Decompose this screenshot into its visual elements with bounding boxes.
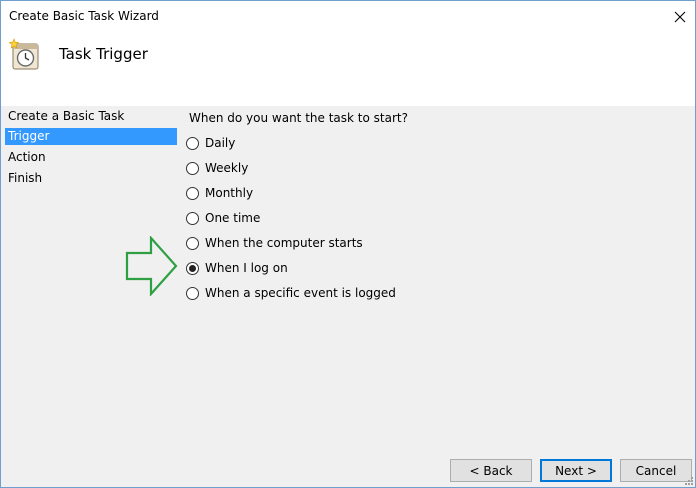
radio-option-daily[interactable]: Daily [186,133,235,153]
radio-label: When the computer starts [205,236,363,250]
radio-label: Weekly [205,161,249,175]
radio-label: When I log on [205,261,288,275]
radio-button[interactable] [186,236,199,250]
radio-option-event-logged[interactable]: When a specific event is logged [186,283,396,303]
question-label: When do you want the task to start? [189,111,408,125]
radio-button-selected[interactable] [186,261,199,275]
close-icon [674,11,686,22]
window-title: Create Basic Task Wizard [9,9,159,23]
radio-option-monthly[interactable]: Monthly [186,183,253,203]
radio-button[interactable] [186,211,199,225]
radio-option-log-on[interactable]: When I log on [186,258,288,278]
cancel-button[interactable]: Cancel [620,459,692,482]
radio-button[interactable] [186,161,199,175]
radio-button[interactable] [186,286,199,300]
radio-label: Monthly [205,186,254,200]
back-button[interactable]: < Back [450,459,532,482]
radio-option-weekly[interactable]: Weekly [186,158,248,178]
next-button[interactable]: Next > [540,459,612,482]
radio-option-one-time[interactable]: One time [186,208,260,228]
wizard-window: Create Basic Task Wizard Task Trigger Cr… [0,0,696,488]
wizard-header: Task Trigger [1,32,695,106]
title-bar: Create Basic Task Wizard [1,1,695,32]
sidebar-item-action: Action [8,150,46,164]
sidebar-item-create-basic-task: Create a Basic Task [8,109,125,123]
radio-button[interactable] [186,186,199,200]
green-arrow-right-icon [125,236,178,296]
radio-label: One time [205,211,261,225]
radio-selected-dot [189,264,196,272]
resize-grip-icon[interactable] [684,476,694,486]
close-button[interactable] [665,1,695,32]
trigger-options-panel: When do you want the task to start? Dail… [181,106,695,451]
wizard-steps-sidebar: Create a Basic Task Trigger Action Finis… [1,106,181,487]
sidebar-item-trigger: Trigger [5,128,177,145]
radio-label: When a specific event is logged [205,286,396,300]
radio-label: Daily [205,136,236,150]
sidebar-item-finish: Finish [8,171,43,185]
radio-button[interactable] [186,136,199,150]
page-title: Task Trigger [59,45,148,63]
radio-option-computer-starts[interactable]: When the computer starts [186,233,363,253]
task-scheduler-clock-icon [8,38,39,70]
